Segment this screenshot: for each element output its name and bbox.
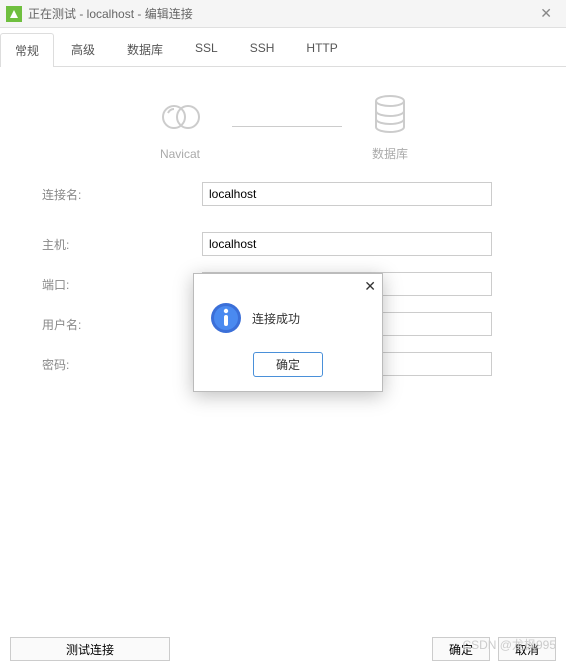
host-label: 主机: (42, 236, 202, 253)
message-dialog: ✕ 连接成功 确定 (193, 273, 383, 392)
watermark: CSDN @龙枫995 (462, 636, 556, 653)
modal-ok-button[interactable]: 确定 (253, 352, 323, 377)
modal-close-icon[interactable]: ✕ (364, 278, 376, 295)
database-icon (372, 91, 408, 139)
conn-name-input[interactable] (202, 182, 492, 206)
navicat-icon (158, 93, 202, 141)
user-label: 用户名: (42, 316, 202, 333)
info-icon (210, 302, 242, 334)
tab-ssh[interactable]: SSH (235, 32, 290, 66)
port-label: 端口: (42, 276, 202, 293)
host-input[interactable] (202, 232, 492, 256)
window-title: 正在测试 - localhost - 编辑连接 (28, 5, 532, 22)
tab-database[interactable]: 数据库 (112, 32, 178, 66)
connection-diagram: Navicat 数据库 (0, 67, 566, 172)
diagram-line (232, 126, 342, 127)
tab-ssl[interactable]: SSL (180, 32, 233, 66)
tab-bar: 常规 高级 数据库 SSL SSH HTTP (0, 28, 566, 67)
pass-label: 密码: (42, 356, 202, 373)
tab-advanced[interactable]: 高级 (56, 32, 110, 66)
modal-message: 连接成功 (252, 310, 300, 327)
close-icon[interactable]: ✕ (532, 5, 560, 22)
app-icon (6, 6, 22, 22)
conn-name-label: 连接名: (42, 186, 202, 203)
tab-http[interactable]: HTTP (291, 32, 352, 66)
diagram-right-label: 数据库 (372, 145, 408, 162)
titlebar: 正在测试 - localhost - 编辑连接 ✕ (0, 0, 566, 28)
tab-general[interactable]: 常规 (0, 33, 54, 67)
test-connection-button[interactable]: 测试连接 (10, 637, 170, 661)
diagram-left-label: Navicat (158, 147, 202, 161)
